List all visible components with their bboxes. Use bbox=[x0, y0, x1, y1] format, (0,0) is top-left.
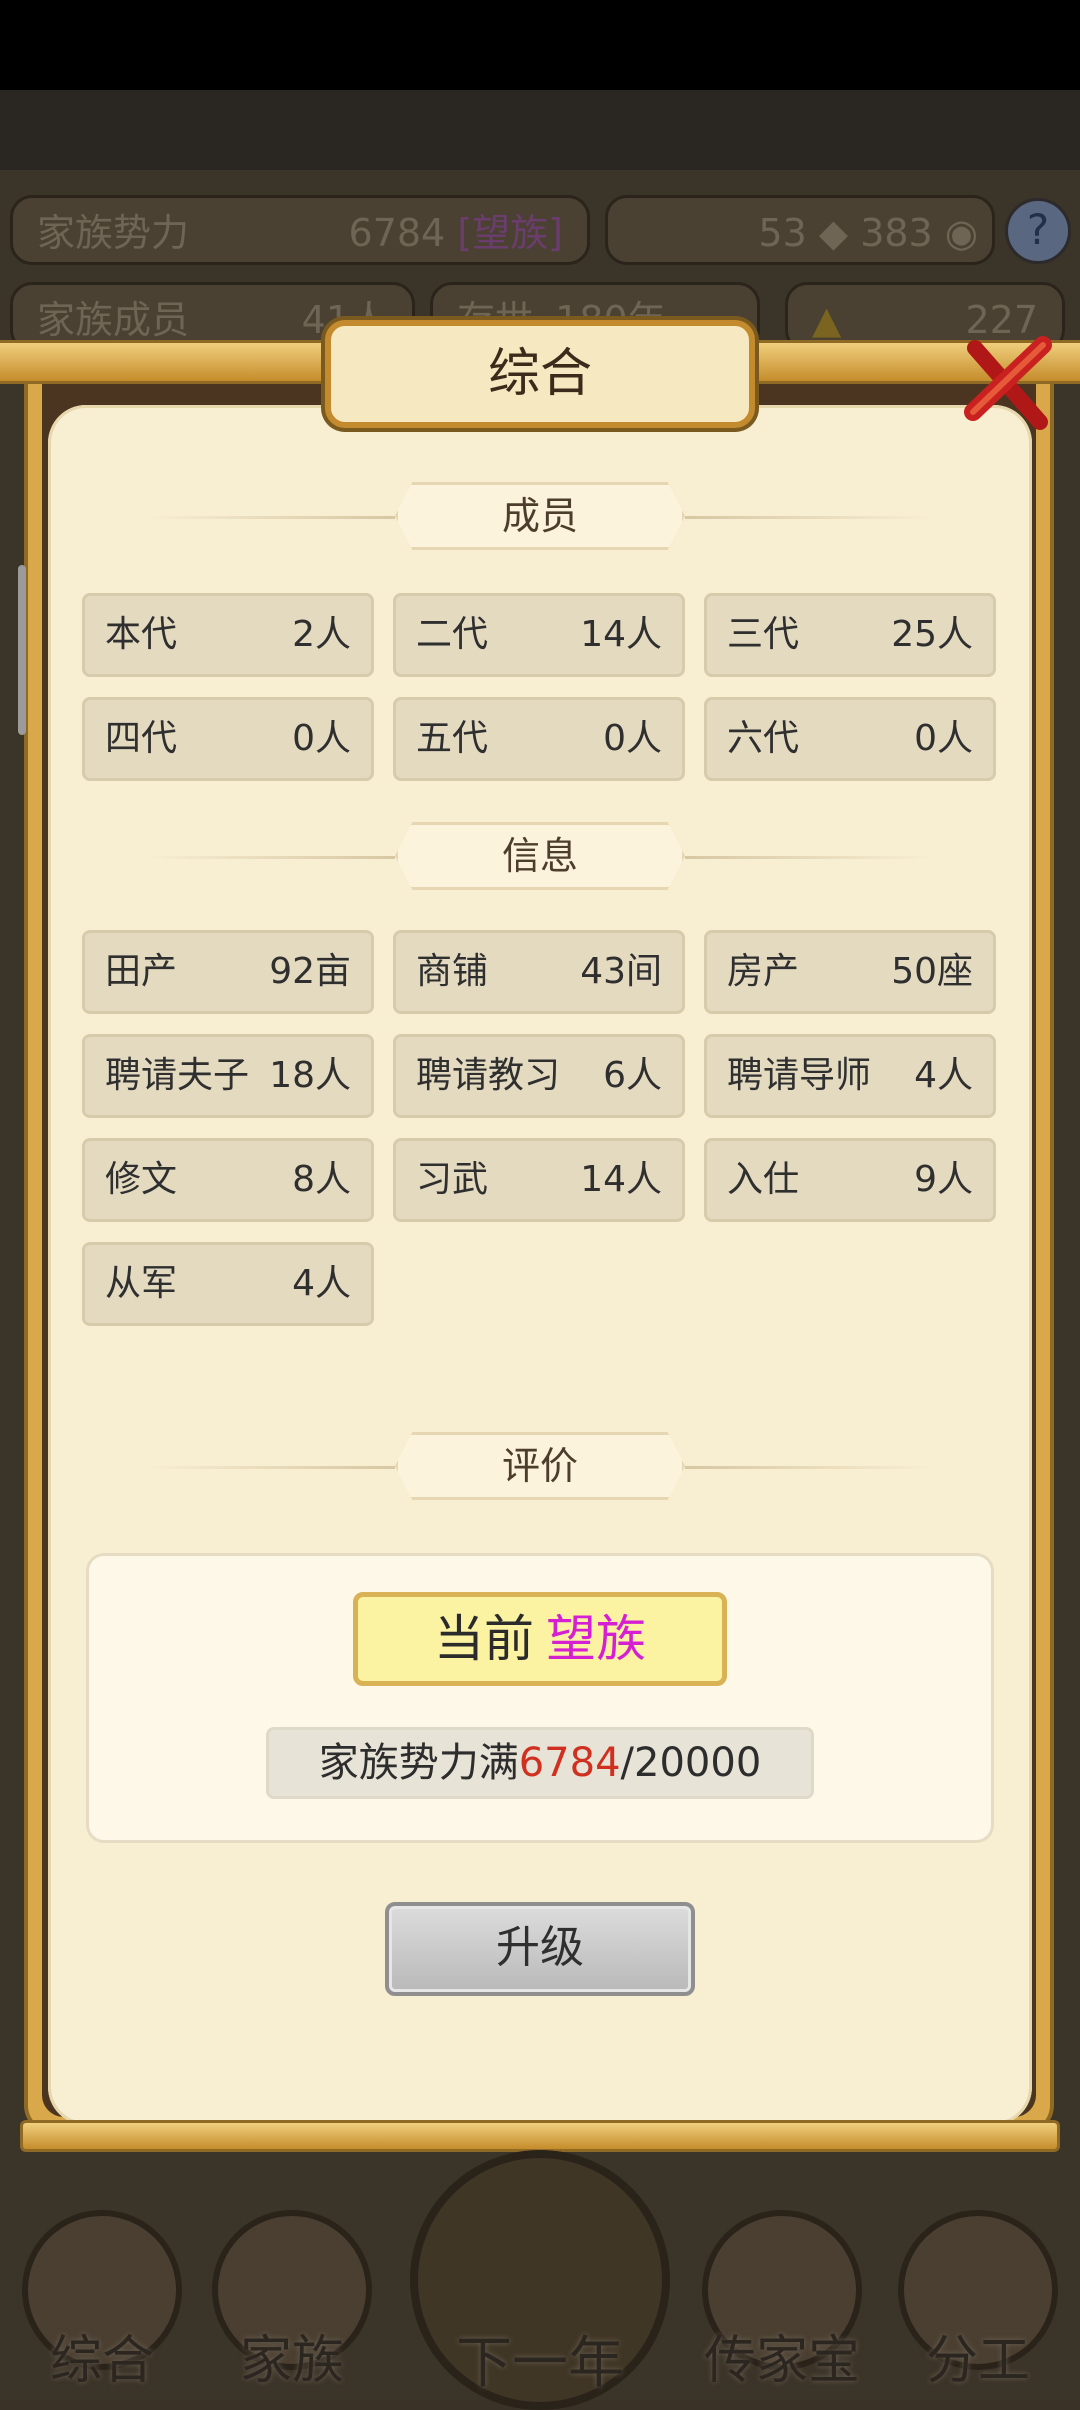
close-button[interactable] bbox=[955, 330, 1060, 435]
stat-cell: 聘请导师 4人 bbox=[704, 1034, 996, 1118]
power-progress: 家族势力满6784/20000 bbox=[266, 1727, 814, 1799]
coin-icon: ◉ bbox=[944, 211, 978, 255]
hud-power-label: 家族势力 bbox=[37, 211, 190, 255]
scrollbar[interactable] bbox=[18, 565, 26, 735]
help-icon[interactable]: ? bbox=[1005, 198, 1071, 264]
ingot-icon: ◆ bbox=[818, 211, 849, 255]
upgrade-button[interactable]: 升级 bbox=[385, 1902, 695, 1996]
current-rank-prefix: 当前 bbox=[434, 1610, 534, 1668]
nav-item-family[interactable]: 家族 bbox=[202, 2200, 382, 2400]
current-rank-name: 望族 bbox=[546, 1610, 646, 1668]
status-bar bbox=[0, 0, 1080, 90]
section-header-evaluation: 评价 bbox=[145, 1432, 935, 1502]
modal-title: 综合 bbox=[487, 344, 592, 404]
power-max: 20000 bbox=[634, 1740, 762, 1786]
hud-resource-b: 383 bbox=[860, 211, 933, 255]
stat-cell: 房产 50座 bbox=[704, 930, 996, 1014]
stat-cell: 从军 4人 bbox=[82, 1242, 374, 1326]
hud-members-label: 家族成员 bbox=[37, 298, 190, 342]
section-title-info: 信息 bbox=[501, 834, 578, 878]
stat-cell: 修文 8人 bbox=[82, 1138, 374, 1222]
stat-cell: 三代 25人 bbox=[704, 593, 996, 677]
power-current: 6784 bbox=[518, 1740, 621, 1786]
modal-title-plaque: 综合 bbox=[325, 320, 755, 428]
hud-resources: 53 ◆ 383 ◉ bbox=[605, 195, 995, 265]
stat-cell: 商铺 43间 bbox=[393, 930, 685, 1014]
top-band bbox=[0, 90, 1080, 170]
stat-cell: 本代 2人 bbox=[82, 593, 374, 677]
stat-cell: 入仕 9人 bbox=[704, 1138, 996, 1222]
hud-resource-a: 53 bbox=[758, 211, 807, 255]
hud-power: 家族势力 6784 [望族] bbox=[10, 195, 590, 265]
stat-cell: 四代 0人 bbox=[82, 697, 374, 781]
stat-cell: 习武 14人 bbox=[393, 1138, 685, 1222]
gold-icon: ▲ bbox=[812, 298, 842, 342]
stat-cell: 六代 0人 bbox=[704, 697, 996, 781]
stat-cell: 二代 14人 bbox=[393, 593, 685, 677]
close-icon bbox=[964, 336, 1052, 430]
stat-cell: 聘请夫子 18人 bbox=[82, 1034, 374, 1118]
power-sep: / bbox=[620, 1740, 635, 1786]
hud-rank-bracket: [望族] bbox=[457, 211, 563, 255]
power-prefix: 家族势力满 bbox=[318, 1740, 519, 1786]
section-header-info: 信息 bbox=[145, 822, 935, 892]
section-title-members: 成员 bbox=[501, 494, 578, 538]
nav-item-overview[interactable]: 综合 bbox=[12, 2200, 192, 2400]
section-title-evaluation: 评价 bbox=[501, 1444, 578, 1488]
hud-power-value: 6784 bbox=[348, 211, 446, 255]
stat-cell: 聘请教习 6人 bbox=[393, 1034, 685, 1118]
nav-item-next-year[interactable]: 下一年 bbox=[400, 2140, 680, 2410]
current-rank-badge: 当前 望族 bbox=[353, 1592, 727, 1686]
nav-item-heirloom[interactable]: 传家宝 bbox=[692, 2200, 872, 2400]
nav-item-assign[interactable]: 分工 bbox=[888, 2200, 1068, 2400]
stat-cell: 五代 0人 bbox=[393, 697, 685, 781]
section-header-members: 成员 bbox=[145, 482, 935, 552]
stat-cell: 田产 92亩 bbox=[82, 930, 374, 1014]
